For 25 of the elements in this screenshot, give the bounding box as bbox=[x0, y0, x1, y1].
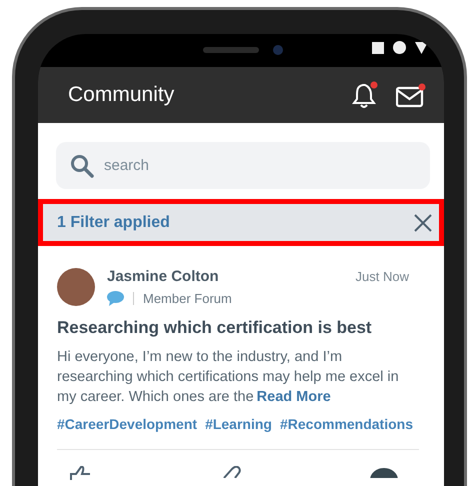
post-body: Hi everyone, I’m new to the industry, and I’m researching which certifications may help me excel in my career. Which ones are the Read More bbox=[57, 348, 400, 407]
filter-label: 1 Filter applied bbox=[57, 214, 170, 232]
comment-icon[interactable] bbox=[369, 466, 399, 478]
post-title[interactable]: Researching which certification is best bbox=[57, 318, 419, 338]
hashtag-link[interactable]: #CareerDevelopment bbox=[57, 416, 198, 432]
close-icon[interactable] bbox=[414, 214, 432, 232]
screen-title: Community bbox=[68, 83, 174, 107]
search-icon bbox=[70, 154, 94, 178]
status-triangle-icon bbox=[415, 42, 428, 54]
notification-bell-icon[interactable] bbox=[352, 81, 378, 109]
author-name[interactable]: Jasmine Colton bbox=[107, 268, 219, 285]
status-circle-icon bbox=[393, 41, 406, 54]
hashtag-link[interactable]: #Learning bbox=[205, 416, 272, 432]
paperclip-icon[interactable] bbox=[222, 466, 242, 478]
search-field[interactable]: search bbox=[56, 142, 430, 189]
post-time: Just Now bbox=[356, 269, 409, 284]
status-square-icon bbox=[372, 42, 384, 54]
speaker-grille bbox=[203, 47, 259, 53]
speech-bubble-icon bbox=[107, 291, 124, 306]
camera-lens bbox=[273, 45, 283, 55]
mail-icon[interactable] bbox=[396, 82, 426, 108]
avatar bbox=[57, 268, 95, 306]
read-more-link[interactable]: Read More bbox=[256, 389, 331, 405]
hashtag-link[interactable]: #Recommendations bbox=[280, 416, 414, 432]
forum-name[interactable]: Member Forum bbox=[143, 291, 232, 306]
